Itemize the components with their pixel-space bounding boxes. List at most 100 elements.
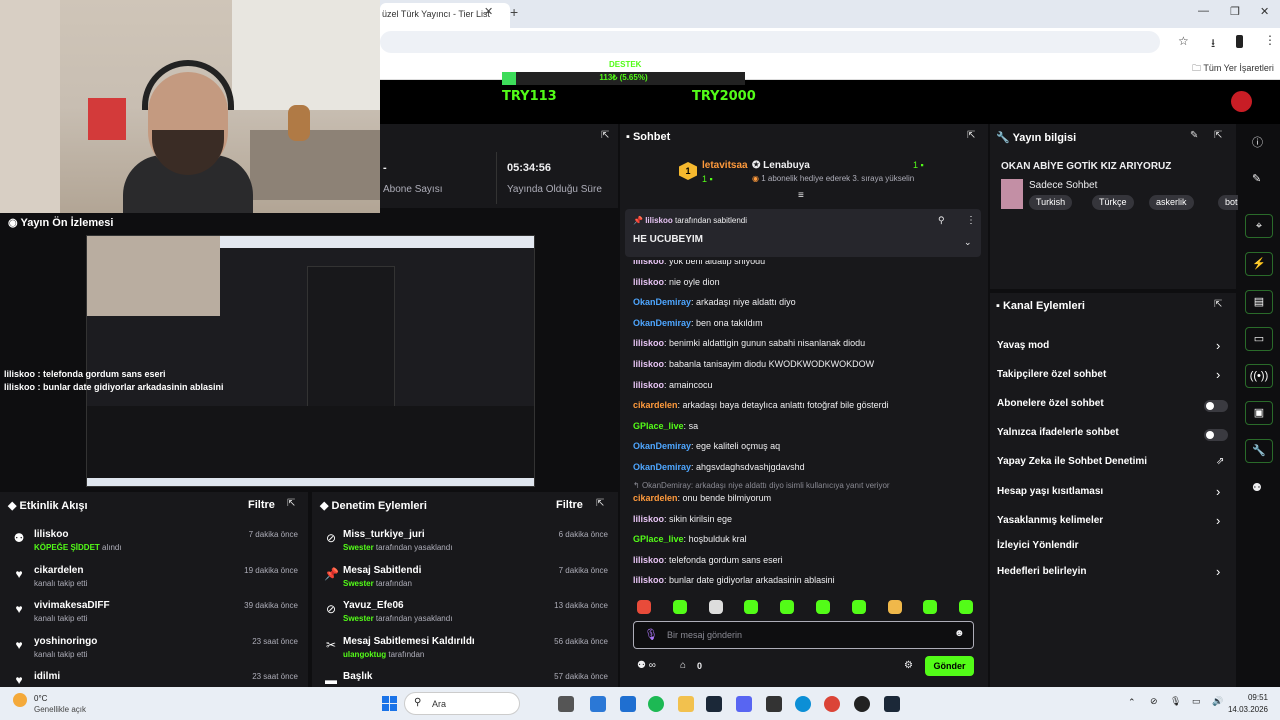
microphone-icon[interactable]: 🎙 (644, 628, 658, 641)
chevron-right-icon[interactable]: › (1216, 367, 1220, 382)
chat-username[interactable]: OkanDemiray (633, 462, 691, 472)
leaderboard-user[interactable]: letavitsaa (702, 160, 748, 171)
emote-icon[interactable] (637, 600, 651, 614)
popout-icon[interactable]: ⇱ (596, 498, 604, 509)
feed-item-name[interactable]: Mesaj Sabitlemesi Kaldırıldı (343, 636, 475, 647)
feed-item-name[interactable]: Yavuz_Efe06 (343, 600, 404, 611)
feed-item[interactable]: ♥ cikardelen kanalı takip etti 19 dakika ön… (0, 563, 308, 595)
chat-message[interactable]: liliskoo: amaincocu (633, 380, 713, 390)
lightning-icon[interactable]: ⚡ (1245, 252, 1273, 276)
feed-item[interactable]: 📌 Mesaj Sabitlendi Swester tarafından 7 dak… (312, 563, 618, 595)
mod-tools-icon[interactable]: ⚉ ∞ (637, 660, 656, 671)
info-icon[interactable]: ⓘ (1252, 134, 1263, 150)
feed-item[interactable]: ♥ vivimakesaDIFF kanalı takip etti 39 dakik… (0, 598, 308, 630)
chevron-down-icon[interactable]: ⌄ (964, 237, 972, 248)
chrome-icon[interactable] (824, 696, 840, 712)
chat-message[interactable]: liliskoo: bunlar date gidiyorlar arkadas… (633, 575, 835, 585)
windows-start-icon[interactable] (382, 696, 397, 711)
feed-item-name[interactable]: Başlık (343, 671, 372, 682)
minimize-icon[interactable]: — (1198, 5, 1209, 17)
chat-username[interactable]: liliskoo (633, 514, 664, 524)
emote-icon[interactable] (672, 600, 687, 614)
chat-username[interactable]: cikardelen (633, 400, 678, 410)
send-button[interactable]: Gönder (925, 656, 974, 676)
unpin-icon[interactable]: ⚲ (938, 215, 945, 226)
chat-message[interactable]: OkanDemiray: ben ona takıldım (633, 318, 763, 328)
chat-message[interactable]: liliskoo: sikin kirilsin ege (633, 514, 732, 524)
more-icon[interactable]: ⋮ (966, 215, 976, 226)
broadcast-icon[interactable]: ((•)) (1245, 364, 1273, 388)
menu-icon[interactable]: ⋮ (1264, 33, 1276, 47)
chat-message[interactable]: OkanDemiray: ahgsvdaghsdvashjgdavshd (633, 462, 805, 472)
chat-message[interactable]: OkanDemiray: arkadaşı niye aldattı diyo (633, 297, 796, 307)
file-explorer-icon[interactable] (558, 696, 574, 712)
chevron-right-icon[interactable]: › (1216, 484, 1220, 499)
discord-icon[interactable] (736, 696, 752, 712)
wrench-icon[interactable]: 🔧 (1245, 439, 1273, 463)
taskbar-search[interactable]: ⚲ Ara (404, 692, 520, 715)
chat-username[interactable]: GPlace_live (633, 421, 684, 431)
chat-username[interactable]: cikardelen (633, 493, 678, 503)
folder-icon[interactable] (678, 696, 694, 712)
tray-network-icon[interactable]: ⊘ (1150, 696, 1158, 707)
emote-icon[interactable] (887, 600, 902, 614)
feed-item[interactable]: ⚉ liliskoo KÖPEĞE ŞİDDET alındı 7 dakika ön… (0, 527, 308, 559)
feed-item-name[interactable]: vivimakesaDIFF (34, 600, 110, 611)
steam-icon-2[interactable] (884, 696, 900, 712)
chat-username[interactable]: liliskoo (633, 277, 664, 287)
photos-icon[interactable] (620, 696, 636, 712)
chat-message[interactable]: liliskoo: telefonda gordum sans eseri (633, 555, 783, 565)
emote-icon[interactable] (923, 600, 938, 614)
tag-chip[interactable]: askerlik (1149, 195, 1194, 210)
tray-chevron-icon[interactable]: ⌃ (1128, 697, 1136, 708)
feed-item-name[interactable]: liliskoo (34, 529, 68, 540)
toggle-switch[interactable] (1204, 429, 1228, 441)
chat-username[interactable]: GPlace_live (633, 534, 684, 544)
tray-mic-icon[interactable]: 🎙 (1170, 696, 1181, 707)
channel-action-item[interactable]: Hedefleri belirleyin › (990, 564, 1236, 584)
new-tab-icon[interactable]: + (510, 4, 518, 20)
chat-username[interactable]: OkanDemiray (633, 441, 691, 451)
chat-message[interactable]: liliskoo: benimki aldattigin gunun sabah… (633, 338, 865, 348)
emote-icon[interactable] (744, 600, 759, 614)
external-link-icon[interactable]: ⇗ (1216, 456, 1224, 467)
chat-message[interactable]: GPlace_live: sa (633, 421, 698, 431)
channel-action-item[interactable]: Yapay Zeka ile Sohbet Denetimi ⇗ (990, 456, 1236, 474)
chat-username[interactable]: liliskoo (633, 260, 664, 266)
target-icon[interactable]: ⌖ (1245, 214, 1273, 238)
emote-icon[interactable] (780, 600, 795, 614)
tray-display-icon[interactable]: ▭ (1192, 696, 1201, 707)
chat-message[interactable]: liliskoo: nie oyle dion (633, 277, 720, 287)
close-window-icon[interactable]: ✕ (1260, 5, 1269, 18)
moderation-filter-button[interactable]: Filtre (556, 499, 583, 511)
emoji-icon[interactable]: ☻ (954, 628, 965, 639)
close-tab-icon[interactable]: ✕ (484, 5, 493, 18)
popout-icon[interactable]: ⇱ (967, 130, 975, 141)
channel-action-item[interactable]: İzleyici Yönlendir (990, 540, 1236, 558)
maximize-icon[interactable]: ❐ (1230, 5, 1240, 18)
tag-chip[interactable]: Türkçe (1092, 195, 1134, 210)
clipboard-icon[interactable]: ▤ (1245, 290, 1273, 314)
expand-leaderboard-icon[interactable]: ≡ (798, 190, 804, 201)
app-icon[interactable] (766, 696, 782, 712)
pencil-icon[interactable]: ✎ (1252, 172, 1261, 185)
feed-item[interactable]: ⊘ Yavuz_Efe06 Swester tarafından yasakland… (312, 598, 618, 630)
layers-icon[interactable]: ▣ (1245, 401, 1273, 425)
address-bar[interactable] (380, 31, 1160, 53)
spotify-icon[interactable] (648, 696, 664, 712)
feed-item-name[interactable]: cikardelen (34, 565, 83, 576)
chevron-right-icon[interactable]: › (1216, 564, 1220, 579)
emote-icon[interactable] (816, 600, 830, 614)
feed-item[interactable]: ✂ Mesaj Sabitlemesi Kaldırıldı ulangoktug … (312, 634, 618, 666)
chat-username[interactable]: liliskoo (633, 575, 664, 585)
chat-username[interactable]: liliskoo (633, 555, 664, 565)
leaderboard-user-2[interactable]: ✪ Lenabuya (752, 160, 810, 171)
weather-icon[interactable] (13, 693, 27, 707)
channel-action-item[interactable]: Yavaş mod › (990, 338, 1236, 358)
channel-action-item[interactable]: Abonelere özel sohbet (990, 398, 1236, 416)
pinned-message[interactable]: 📌 liliskoo tarafından sabitlendi HE UCUB… (625, 209, 981, 257)
feed-item-name[interactable]: Mesaj Sabitlendi (343, 565, 421, 576)
chat-message[interactable]: GPlace_live: hoşbulduk kral (633, 534, 747, 544)
feed-item-name[interactable]: Miss_turkiye_juri (343, 529, 425, 540)
steam-icon[interactable] (706, 696, 722, 712)
